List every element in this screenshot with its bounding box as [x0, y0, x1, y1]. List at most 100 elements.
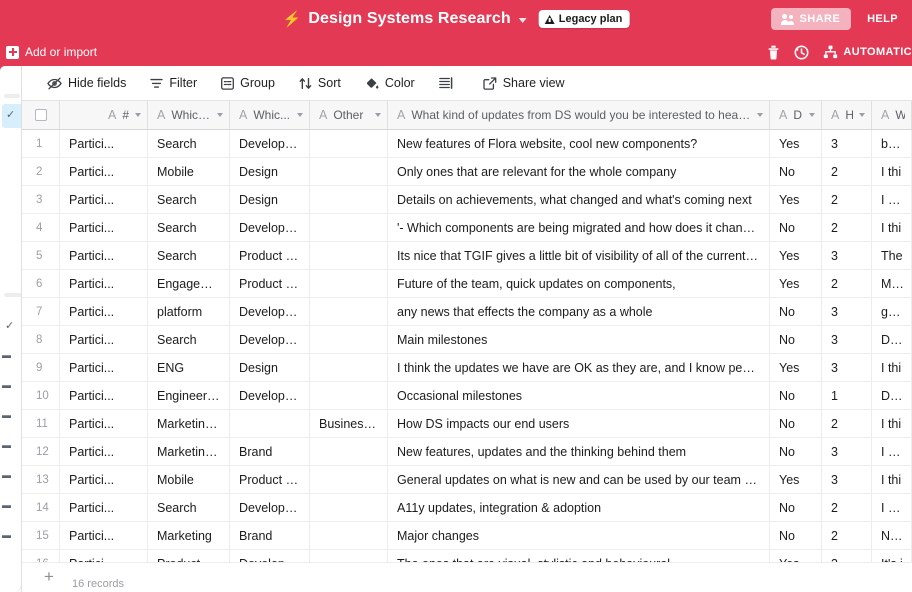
table-cell[interactable] [310, 242, 388, 269]
table-cell[interactable]: I thi [872, 410, 912, 437]
table-cell[interactable]: '- Which components are being migrated a… [388, 214, 770, 241]
table-cell[interactable]: Design [230, 158, 310, 185]
column-header-2[interactable]: A Whic... [230, 101, 310, 129]
table-cell[interactable]: Yes [770, 186, 822, 213]
table-cell[interactable]: Marketing [148, 522, 230, 549]
table-cell[interactable] [310, 354, 388, 381]
table-cell[interactable]: Developm... [230, 382, 310, 409]
column-header-3[interactable]: A Other [310, 101, 388, 129]
table-cell[interactable]: New features of Flora website, cool new … [388, 130, 770, 157]
table-cell[interactable]: Deta [872, 326, 912, 353]
chevron-down-icon[interactable] [135, 113, 141, 117]
table-cell[interactable] [310, 466, 388, 493]
sort-button[interactable]: Sort [287, 71, 353, 95]
table-cell[interactable]: 1 [822, 382, 872, 409]
table-row[interactable]: 14 Partici... Search Developm... A11y update… [22, 494, 912, 522]
color-button[interactable]: Color [353, 71, 427, 95]
table-cell[interactable]: Product M... [230, 270, 310, 297]
table-cell[interactable]: Partici... [60, 466, 148, 493]
automations-button[interactable]: AUTOMATIC [823, 45, 912, 59]
table-cell[interactable]: Partici... [60, 242, 148, 269]
table-cell[interactable]: 2 [822, 214, 872, 241]
table-cell[interactable]: Engineering [148, 382, 230, 409]
table-row[interactable]: 6 Partici... Engagement Product M... Future … [22, 270, 912, 298]
table-cell[interactable]: No [770, 382, 822, 409]
table-cell[interactable]: 2 [822, 186, 872, 213]
table-cell[interactable]: 2 [822, 522, 872, 549]
table-cell[interactable]: Brand [230, 522, 310, 549]
table-cell[interactable]: Yes [770, 270, 822, 297]
table-cell[interactable] [310, 298, 388, 325]
table-cell[interactable]: 2 [822, 410, 872, 437]
table-cell[interactable]: I thi [872, 466, 912, 493]
column-header-5[interactable]: A D.. [770, 101, 822, 129]
table-cell[interactable]: Developm... [230, 214, 310, 241]
chevron-down-icon[interactable] [809, 113, 815, 117]
select-all-header[interactable] [22, 101, 60, 129]
table-row[interactable]: 7 Partici... platform Developm... any news t… [22, 298, 912, 326]
table-cell[interactable] [310, 186, 388, 213]
table-cell[interactable]: I ren [872, 438, 912, 465]
table-cell[interactable]: Details on achievements, what changed an… [388, 186, 770, 213]
table-cell[interactable]: Developm... [230, 326, 310, 353]
table-row[interactable]: 1 Partici... Search Developm... New features… [22, 130, 912, 158]
column-header-0[interactable]: A # [60, 101, 148, 129]
table-cell[interactable]: 3 [822, 242, 872, 269]
table-cell[interactable]: 3 [822, 326, 872, 353]
table-cell[interactable]: General updates on what is new and can b… [388, 466, 770, 493]
table-cell[interactable]: Mos [872, 270, 912, 297]
table-cell[interactable]: Partici... [60, 410, 148, 437]
table-cell[interactable]: Developm... [230, 130, 310, 157]
table-cell[interactable]: Partici... [60, 298, 148, 325]
table-row[interactable]: 8 Partici... Search Developm... Main milesto… [22, 326, 912, 354]
table-cell[interactable]: Partici... [60, 130, 148, 157]
table-cell[interactable]: Occasional milestones [388, 382, 770, 409]
table-cell[interactable]: Didn [872, 382, 912, 409]
table-cell[interactable] [310, 494, 388, 521]
table-cell[interactable]: No [770, 522, 822, 549]
table-cell[interactable]: No [770, 326, 822, 353]
table-cell[interactable]: Partici... [60, 326, 148, 353]
table-cell[interactable] [310, 158, 388, 185]
add-record-row[interactable]: + 16 records [22, 562, 912, 592]
hide-fields-button[interactable]: Hide fields [35, 71, 138, 95]
filter-button[interactable]: Filter [138, 71, 209, 95]
table-cell[interactable]: Developm... [230, 298, 310, 325]
table-cell[interactable]: New features, updates and the thinking b… [388, 438, 770, 465]
table-cell[interactable]: any news that effects the company as a w… [388, 298, 770, 325]
table-cell[interactable]: Partici... [60, 382, 148, 409]
table-cell[interactable]: Yes [770, 466, 822, 493]
table-cell[interactable]: Major changes [388, 522, 770, 549]
table-cell[interactable]: Product M... [230, 466, 310, 493]
table-cell[interactable]: No [770, 214, 822, 241]
table-row[interactable]: 12 Partici... Marketing &... Brand New featu… [22, 438, 912, 466]
table-cell[interactable]: I think the updates we have are OK as th… [388, 354, 770, 381]
column-header-1[interactable]: A Which... [148, 101, 230, 129]
table-cell[interactable]: No [770, 158, 822, 185]
table-cell[interactable]: Mobile [148, 466, 230, 493]
table-row[interactable]: 9 Partici... ENG Design I think the updates … [22, 354, 912, 382]
table-cell[interactable]: glad [872, 298, 912, 325]
table-row[interactable]: 11 Partici... Marketing/C... Business D... H… [22, 410, 912, 438]
table-cell[interactable]: Yes [770, 354, 822, 381]
table-cell[interactable]: How DS impacts our end users [388, 410, 770, 437]
table-cell[interactable]: Mobile [148, 158, 230, 185]
table-cell[interactable] [310, 438, 388, 465]
legacy-plan-badge[interactable]: Legacy plan [538, 10, 630, 28]
table-cell[interactable]: Partici... [60, 354, 148, 381]
add-record-plus-icon[interactable]: + [36, 563, 62, 589]
table-cell[interactable]: Search [148, 130, 230, 157]
base-title-group[interactable]: ⚡ Design Systems Research Legacy plan [283, 0, 630, 38]
table-cell[interactable]: Future of the team, quick updates on com… [388, 270, 770, 297]
table-row[interactable]: 10 Partici... Engineering Developm... Occasi… [22, 382, 912, 410]
table-cell[interactable]: Brand [230, 438, 310, 465]
table-cell[interactable]: Search [148, 494, 230, 521]
table-cell[interactable]: 2 [822, 494, 872, 521]
select-all-checkbox[interactable] [34, 109, 47, 121]
table-cell[interactable]: No [770, 438, 822, 465]
table-cell[interactable]: No [770, 494, 822, 521]
chevron-down-icon[interactable] [859, 113, 865, 117]
table-cell[interactable] [230, 410, 310, 437]
table-cell[interactable]: Yes [770, 242, 822, 269]
table-cell[interactable]: 3 [822, 130, 872, 157]
